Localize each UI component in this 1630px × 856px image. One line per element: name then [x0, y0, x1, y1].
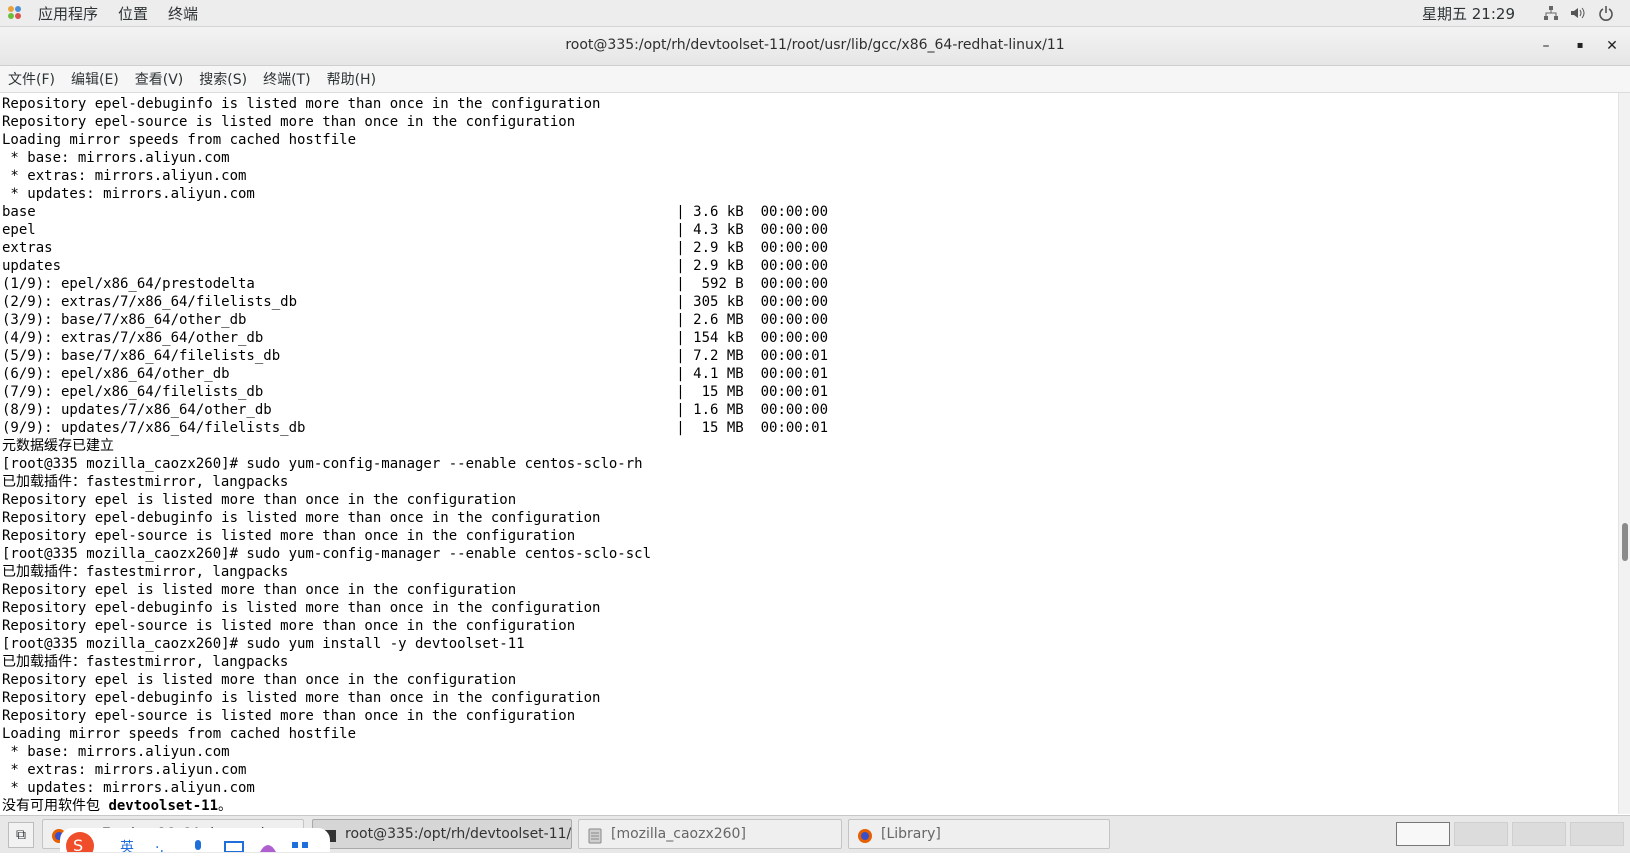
terminal-line: Repository epel-source is listed more th… [2, 618, 576, 634]
menu-places[interactable]: 位置 [108, 3, 158, 24]
terminal-output[interactable]: Repository epel-debuginfo is listed more… [0, 93, 1618, 814]
terminal-line: * extras: mirrors.aliyun.com [2, 762, 247, 778]
terminal-line: Repository epel is listed more than once… [2, 672, 517, 688]
menubar: 文件(F) 编辑(E) 查看(V) 搜索(S) 终端(T) 帮助(H) [0, 66, 1630, 93]
terminal-line: 已加载插件：fastestmirror, langpacks [2, 474, 289, 490]
ime-skin-icon [260, 845, 276, 852]
clock[interactable]: 星期五 21:29 [1422, 3, 1515, 24]
power-icon[interactable] [1598, 5, 1614, 21]
terminal-line: Repository epel-debuginfo is listed more… [2, 96, 601, 112]
maximize-button[interactable]: ▪ [1569, 35, 1591, 57]
terminal-line: 已加载插件：fastestmirror, langpacks [2, 654, 289, 670]
terminal-line: Repository epel-source is listed more th… [2, 114, 576, 130]
svg-text:英: 英 [120, 839, 134, 852]
terminal-line: (7/9): epel/x86_64/filelists_db | 15 MB … [2, 384, 829, 400]
ime-keyboard-icon [224, 841, 244, 853]
ime-voice-icon [195, 840, 201, 850]
terminal-line: (1/9): epel/x86_64/prestodelta | 592 B 0… [2, 276, 829, 292]
menu-applications[interactable]: 应用程序 [28, 3, 108, 24]
window-titlebar[interactable]: root@335:/opt/rh/devtoolset-11/root/usr/… [0, 27, 1630, 66]
terminal-line: Repository epel is listed more than once… [2, 582, 517, 598]
ime-punctuation-icon: ·, [155, 840, 164, 856]
ime-chinese-mode-icon: 英 [120, 839, 134, 856]
terminal-line: Repository epel-source is listed more th… [2, 528, 576, 544]
top-panel: 应用程序 位置 终端 [0, 0, 1630, 27]
terminal-line: Repository epel-source is listed more th… [2, 708, 576, 724]
terminal-line: * base: mirrors.aliyun.com [2, 150, 230, 166]
terminal-line: (8/9): updates/7/x86_64/other_db | 1.6 M… [2, 402, 829, 418]
terminal-line: 没有可用软件包 devtoolset-11。 [2, 798, 233, 814]
terminal-line: base | 3.6 kB 00:00:00 [2, 204, 829, 220]
volume-icon[interactable] [1569, 5, 1585, 21]
menu-terminal[interactable]: 终端 [158, 3, 208, 24]
menu-help[interactable]: 帮助(H) [319, 69, 384, 89]
window-title: root@335:/opt/rh/devtoolset-11/root/usr/… [565, 37, 1065, 53]
terminal-line: Loading mirror speeds from cached hostfi… [2, 132, 357, 148]
input-method-toolbar[interactable]: S 英 ·, [60, 828, 330, 856]
workspace-1[interactable] [1396, 822, 1450, 846]
terminal-line: Repository epel is listed more than once… [2, 492, 517, 508]
task-label: [Library] [881, 826, 941, 842]
terminal-text: Repository epel-debuginfo is listed more… [0, 93, 1618, 814]
terminal-line: [root@335 mozilla_caozx260]# sudo yum in… [2, 636, 525, 652]
file-manager-icon [587, 826, 603, 844]
menu-edit[interactable]: 编辑(E) [63, 69, 127, 89]
terminal-line: * updates: mirrors.aliyun.com [2, 780, 255, 796]
terminal-line: [root@335 mozilla_caozx260]# sudo yum-co… [2, 456, 643, 472]
scrollbar-thumb[interactable] [1622, 523, 1628, 561]
task-terminal[interactable]: root@335:/opt/rh/devtoolset-11/r... [312, 819, 572, 849]
terminal-line: Repository epel-debuginfo is listed more… [2, 690, 601, 706]
workspace-3[interactable] [1512, 822, 1566, 846]
workspace-4[interactable] [1570, 822, 1624, 846]
workspace-2[interactable] [1454, 822, 1508, 846]
terminal-line: (3/9): base/7/x86_64/other_db | 2.6 MB 0… [2, 312, 829, 328]
applications-icon[interactable] [8, 6, 22, 20]
terminal-line: epel | 4.3 kB 00:00:00 [2, 222, 829, 238]
terminal-line: (9/9): updates/7/x86_64/filelists_db | 1… [2, 420, 829, 436]
menu-terminal[interactable]: 终端(T) [255, 69, 318, 89]
network-icon[interactable] [1543, 5, 1559, 21]
terminal-line: Repository epel-debuginfo is listed more… [2, 510, 601, 526]
terminal-line: (6/9): epel/x86_64/other_db | 4.1 MB 00:… [2, 366, 829, 382]
terminal-line: Repository epel-debuginfo is listed more… [2, 600, 601, 616]
firefox-icon [857, 826, 873, 843]
terminal-line: extras | 2.9 kB 00:00:00 [2, 240, 829, 256]
terminal-scrollbar[interactable] [1618, 93, 1630, 814]
terminal-line: updates | 2.9 kB 00:00:00 [2, 258, 829, 274]
task-firefox-library[interactable]: [Library] [848, 819, 1110, 849]
sogou-logo-icon: S [66, 832, 94, 856]
menu-file[interactable]: 文件(F) [0, 69, 63, 89]
menu-view[interactable]: 查看(V) [127, 69, 192, 89]
terminal-line: 已加载插件：fastestmirror, langpacks [2, 564, 289, 580]
task-file-manager[interactable]: [mozilla_caozx260] [578, 819, 842, 849]
terminal-line: * base: mirrors.aliyun.com [2, 744, 230, 760]
close-button[interactable]: ✕ [1601, 35, 1623, 57]
terminal-line: 元数据缓存已建立 [2, 438, 114, 454]
task-label: root@335:/opt/rh/devtoolset-11/r... [345, 826, 572, 842]
terminal-line: * updates: mirrors.aliyun.com [2, 186, 255, 202]
terminal-line: (4/9): extras/7/x86_64/other_db | 154 kB… [2, 330, 829, 346]
svg-text:·,: ·, [155, 840, 164, 852]
terminal-line: * extras: mirrors.aliyun.com [2, 168, 247, 184]
menu-search[interactable]: 搜索(S) [191, 69, 255, 89]
ime-toolbox-icon [292, 842, 308, 848]
terminal-line: Loading mirror speeds from cached hostfi… [2, 726, 357, 742]
svg-text:S: S [73, 836, 83, 852]
terminal-line: (5/9): base/7/x86_64/filelists_db | 7.2 … [2, 348, 829, 364]
terminal-line: (2/9): extras/7/x86_64/filelists_db | 30… [2, 294, 829, 310]
terminal-line: [root@335 mozilla_caozx260]# sudo yum-co… [2, 546, 652, 562]
minimize-button[interactable]: – [1535, 35, 1557, 57]
show-desktop-button[interactable]: ⧉ [8, 822, 34, 848]
task-label: [mozilla_caozx260] [611, 826, 746, 842]
